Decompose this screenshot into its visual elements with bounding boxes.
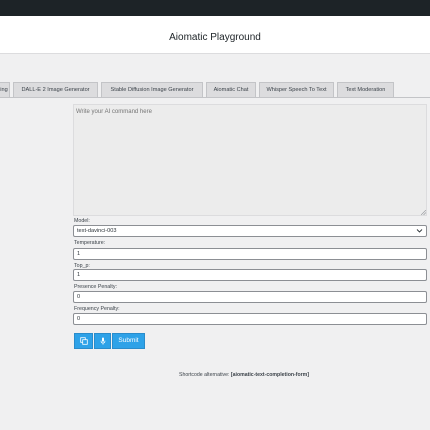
tab-text-moderation[interactable]: Text Moderation <box>337 82 394 97</box>
shortcode-hint: Shortcode alternative: [aiomatic-text-co… <box>179 372 309 378</box>
copy-icon <box>79 337 88 345</box>
top-p-input[interactable]: 1 <box>73 269 427 281</box>
copy-button[interactable] <box>74 333 93 349</box>
temperature-input[interactable]: 1 <box>73 248 427 260</box>
frequency-penalty-label: Frequency Penalty: <box>74 306 120 312</box>
microphone-button[interactable] <box>94 333 111 349</box>
shortcode-prefix: Shortcode alternative: <box>179 372 230 378</box>
microphone-icon <box>100 337 105 345</box>
temperature-label: Temperature: <box>74 240 106 246</box>
tab-partial[interactable]: ing <box>0 82 10 97</box>
page-title: Aiomatic Playground <box>169 32 261 43</box>
prompt-textarea[interactable] <box>73 104 427 216</box>
presence-penalty-input[interactable]: 0 <box>73 291 427 303</box>
submit-button[interactable]: Submit <box>112 333 145 349</box>
shortcode-value: [aiomatic-text-completion-form] <box>230 372 310 378</box>
presence-penalty-label: Presence Penalty: <box>74 284 117 290</box>
page-header: Aiomatic Playground <box>0 16 430 54</box>
tab-stable-diffusion[interactable]: Stable Diffusion Image Generator <box>101 82 203 97</box>
resize-grip-icon[interactable] <box>421 210 426 215</box>
tab-whisper[interactable]: Whisper Speech To Text <box>259 82 334 97</box>
tab-divider <box>0 97 430 98</box>
model-select-value: text-davinci-003 <box>77 228 117 234</box>
tab-aiomatic-chat[interactable]: Aiomatic Chat <box>206 82 256 97</box>
model-label: Model: <box>74 218 90 224</box>
chevron-down-icon <box>416 229 423 233</box>
admin-top-bar <box>0 0 430 16</box>
model-select[interactable]: text-davinci-003 <box>73 225 427 237</box>
tab-dalle-2[interactable]: DALL-E 2 Image Generator <box>13 82 98 97</box>
frequency-penalty-input[interactable]: 0 <box>73 313 427 325</box>
